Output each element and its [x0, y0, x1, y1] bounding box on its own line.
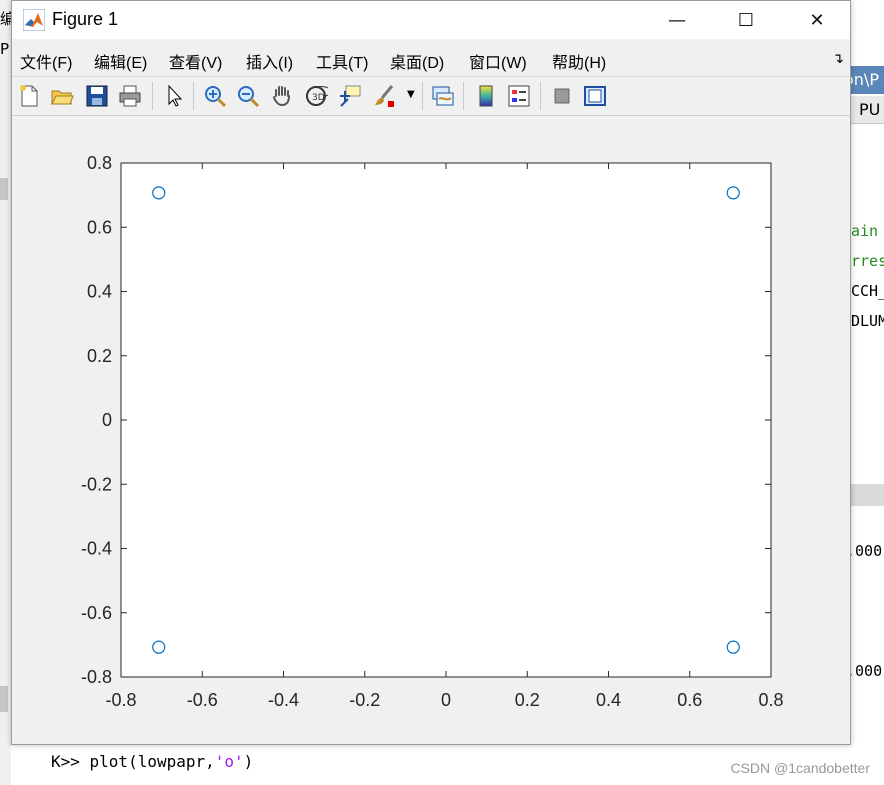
- hide-plot-tools-icon[interactable]: [550, 84, 574, 108]
- menu-help[interactable]: 帮助(H): [552, 49, 606, 73]
- figure-toolbar: 3D ▼: [12, 76, 850, 116]
- dock-arrow-icon[interactable]: ↴: [832, 51, 844, 67]
- toolbar-separator: [463, 82, 464, 110]
- y-tick-label: -0.8: [81, 667, 112, 687]
- save-icon[interactable]: [85, 84, 109, 108]
- background-code-line: CCH_: [851, 282, 884, 300]
- figure-window: Figure 1 — ☐ ✕ 文件(F) 编辑(E) 查看(V) 插入(I) 工…: [11, 0, 851, 745]
- toolbar-separator: [152, 82, 153, 110]
- new-figure-icon[interactable]: [17, 84, 41, 108]
- y-tick-label: 0.6: [87, 217, 112, 237]
- command-prefix: K>> plot(lowpapr,: [51, 752, 215, 771]
- background-left-edge: 编 P: [0, 0, 11, 785]
- command-string-arg: 'o': [214, 752, 244, 771]
- close-button[interactable]: ✕: [794, 1, 840, 39]
- maximize-button[interactable]: ☐: [723, 1, 769, 39]
- window-title: Figure 1: [52, 9, 119, 29]
- menu-desktop[interactable]: 桌面(D): [390, 49, 444, 73]
- background-left-mark: P: [0, 40, 10, 58]
- data-cursor-icon[interactable]: [338, 84, 362, 108]
- show-plot-tools-icon[interactable]: [583, 84, 607, 108]
- x-tick-label: 0.6: [677, 690, 702, 710]
- legend-icon[interactable]: [507, 84, 531, 108]
- pointer-icon[interactable]: [163, 84, 187, 108]
- brush-icon[interactable]: [372, 84, 396, 108]
- background-scroll-bar: [0, 686, 8, 712]
- watermark: CSDN @1candobetter: [730, 760, 870, 776]
- x-tick-label: 0.2: [515, 690, 540, 710]
- background-code-line: DLUM: [851, 312, 884, 330]
- value-text: .000: [846, 542, 883, 560]
- zoom-out-icon[interactable]: [236, 84, 260, 108]
- background-value-line: .000: [846, 662, 884, 680]
- background-value-line: .000: [846, 542, 884, 560]
- background-horizontal-scrollbar[interactable]: [851, 484, 884, 506]
- background-left-mark: 编: [0, 10, 11, 28]
- menu-bar: 文件(F) 编辑(E) 查看(V) 插入(I) 工具(T) 桌面(D) 窗口(W…: [12, 43, 850, 75]
- command-suffix: ): [243, 752, 254, 771]
- menu-window[interactable]: 窗口(W): [469, 49, 527, 73]
- toolbar-separator: [193, 82, 194, 110]
- print-icon[interactable]: [118, 84, 142, 108]
- y-tick-label: 0: [102, 410, 112, 430]
- figure-canvas[interactable]: -0.8 -0.6 -0.4 -0.2 0 0.2 0.4 0.6 0.8 0.8 0.6 0.4 0.…: [12, 114, 850, 744]
- y-tick-label: -0.4: [81, 539, 112, 559]
- zoom-in-icon[interactable]: [203, 84, 227, 108]
- background-scroll-bar: [0, 178, 8, 200]
- x-tick-label: 0.4: [596, 690, 621, 710]
- menu-file[interactable]: 文件(F): [20, 49, 72, 73]
- code-text: CCH_: [851, 282, 884, 300]
- code-text: ain: [851, 222, 879, 240]
- x-tick-label: 0.8: [758, 690, 783, 710]
- pan-hand-icon[interactable]: [270, 84, 294, 108]
- toolbar-separator: [540, 82, 541, 110]
- x-tick-label: -0.2: [349, 690, 380, 710]
- menu-insert[interactable]: 插入(I): [246, 49, 293, 73]
- code-text: DLUM: [851, 312, 884, 330]
- toolbar-separator: [422, 82, 423, 110]
- menu-edit[interactable]: 编辑(E): [94, 49, 147, 73]
- link-plot-icon[interactable]: [431, 84, 455, 108]
- code-text: rres: [851, 252, 884, 270]
- x-tick-label: -0.8: [105, 690, 136, 710]
- rotate-3d-icon[interactable]: 3D: [304, 84, 328, 108]
- menu-view[interactable]: 查看(V): [169, 49, 222, 73]
- y-tick-label: 0.8: [87, 153, 112, 173]
- colorbar-icon[interactable]: [474, 84, 498, 108]
- axes-box[interactable]: [120, 162, 772, 678]
- background-workspace-tab[interactable]: PU: [851, 96, 884, 124]
- minimize-button[interactable]: —: [654, 1, 700, 39]
- menu-tools[interactable]: 工具(T): [316, 49, 368, 73]
- x-tick-label: -0.6: [187, 690, 218, 710]
- background-code-line: rres: [851, 252, 884, 270]
- matlab-logo-icon: [23, 9, 45, 31]
- open-file-icon[interactable]: [50, 84, 74, 108]
- command-line[interactable]: K>> plot(lowpapr,'o'): [51, 752, 253, 771]
- value-text: .000: [846, 662, 883, 680]
- svg-text:3D: 3D: [312, 93, 325, 103]
- x-tick-label: 0: [441, 690, 451, 710]
- brush-dropdown-icon[interactable]: ▼: [407, 89, 415, 100]
- y-tick-label: -0.6: [81, 603, 112, 623]
- background-code-line: ain: [851, 222, 884, 240]
- title-bar[interactable]: Figure 1 — ☐ ✕: [12, 1, 850, 39]
- y-tick-label: -0.2: [81, 474, 112, 494]
- y-tick-label: 0.4: [87, 282, 112, 302]
- x-tick-label: -0.4: [268, 690, 299, 710]
- y-tick-label: 0.2: [87, 346, 112, 366]
